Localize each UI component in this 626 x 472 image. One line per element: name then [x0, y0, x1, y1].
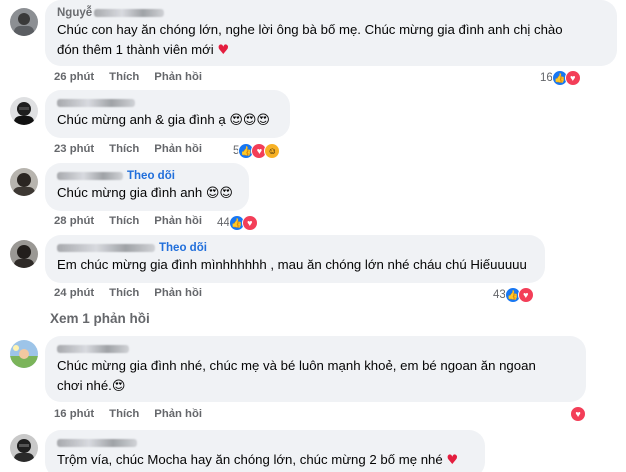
follow-button[interactable]: Theo dõi — [127, 170, 175, 182]
like-button[interactable]: Thích — [109, 215, 139, 227]
heart-eyes-emoji: 😍😍 — [205, 186, 233, 201]
comment-bubble: Chúc mừng anh & gia đình ạ 😍😍😍 — [45, 90, 290, 138]
reply-button[interactable]: Phản hồi — [154, 287, 202, 299]
comment-time[interactable]: 28 phút — [54, 215, 94, 227]
reaction-summary[interactable]: 43 👍 ♥ — [493, 287, 534, 303]
reaction-summary[interactable]: 5 👍 ♥ ☺ — [233, 143, 281, 159]
reply-button[interactable]: Phản hồi — [154, 408, 202, 420]
comment-text: Chúc mừng gia đình anh 😍😍 — [57, 185, 233, 201]
like-button[interactable]: Thích — [109, 143, 139, 155]
heart-icon: ♥ — [570, 406, 586, 422]
author-name[interactable] — [57, 436, 473, 450]
smiling-hearts-emoji: 😍 — [111, 379, 126, 394]
author-name[interactable] — [57, 96, 278, 110]
comment-bubble: Trộm vía, chúc Mocha hay ăn chóng lớn, c… — [45, 430, 485, 472]
comment-time[interactable]: 16 phút — [54, 408, 94, 420]
reply-button[interactable]: Phản hồi — [154, 143, 202, 155]
reaction-count: 43 — [493, 289, 506, 301]
redacted-name — [57, 171, 123, 180]
avatar[interactable] — [10, 168, 38, 196]
author-name[interactable]: Theo dõi — [57, 169, 237, 183]
comment-time[interactable]: 23 phút — [54, 143, 94, 155]
comment-actions: 28 phút Thích Phản hồi — [54, 215, 217, 227]
heart-icon: ♥ — [517, 287, 534, 303]
care-icon: ☺ — [264, 143, 281, 159]
comment-text: Em chúc mừng gia đình mìnhhhhhh , mau ăn… — [57, 257, 527, 272]
redacted-name — [57, 344, 129, 353]
comment-bubble: Nguyễ Chúc con hay ăn chóng lớn, nghe lờ… — [45, 0, 617, 66]
smiling-hearts-emoji: 😍😍😍 — [229, 113, 270, 128]
reaction-summary[interactable]: 16 👍 ♥ — [540, 70, 581, 86]
comment-actions: 23 phút Thích Phản hồi — [54, 143, 217, 155]
comment-text: Chúc con hay ăn chóng lớn, nghe lời ông … — [57, 22, 563, 58]
avatar[interactable] — [10, 240, 38, 268]
redacted-name — [57, 98, 135, 107]
avatar[interactable] — [10, 340, 38, 368]
reply-button[interactable]: Phản hồi — [154, 71, 202, 83]
avatar[interactable] — [10, 97, 38, 125]
heart-icon: ♥ — [564, 70, 581, 86]
comment-bubble: Chúc mừng gia đình nhé, chúc mẹ và bé lu… — [45, 336, 586, 402]
author-name[interactable] — [57, 342, 574, 356]
comment-text: Chúc mừng anh & gia đình ạ 😍😍😍 — [57, 112, 270, 128]
like-button[interactable]: Thích — [109, 287, 139, 299]
reaction-summary[interactable]: ♥ — [570, 406, 586, 422]
author-name[interactable]: Theo dõi — [57, 241, 533, 255]
reply-button[interactable]: Phản hồi — [154, 215, 202, 227]
comment-actions: 16 phút Thích Phản hồi — [54, 408, 217, 420]
reaction-count: 16 — [540, 72, 553, 84]
reaction-summary[interactable]: 44 👍 ♥ — [217, 215, 258, 231]
comment-bubble: Theo dõi Chúc mừng gia đình anh 😍😍 — [45, 163, 249, 211]
comment-text: Trộm vía, chúc Mocha hay ăn chóng lớn, c… — [57, 452, 459, 468]
like-button[interactable]: Thích — [109, 71, 139, 83]
comment-bubble: Theo dõi Em chúc mừng gia đình mìnhhhhhh… — [45, 235, 545, 283]
comment-time[interactable]: 24 phút — [54, 287, 94, 299]
redacted-name — [94, 8, 165, 17]
comment-actions: 26 phút Thích Phản hồi — [54, 71, 217, 83]
heart-emoji: ♥ — [217, 43, 230, 58]
reaction-count: 44 — [217, 217, 230, 229]
avatar[interactable] — [10, 8, 38, 36]
redacted-name — [57, 438, 137, 447]
comment-text: Chúc mừng gia đình nhé, chúc mẹ và bé lu… — [57, 358, 536, 394]
follow-button[interactable]: Theo dõi — [159, 242, 207, 254]
redacted-name — [57, 243, 155, 252]
like-button[interactable]: Thích — [109, 408, 139, 420]
view-replies-link[interactable]: Xem 1 phản hồi — [50, 311, 150, 326]
comment-time[interactable]: 26 phút — [54, 71, 94, 83]
author-name[interactable]: Nguyễ — [57, 6, 605, 20]
heart-icon: ♥ — [241, 215, 258, 231]
avatar[interactable] — [10, 434, 38, 462]
heart-emoji: ♥ — [446, 453, 459, 468]
comment-actions: 24 phút Thích Phản hồi — [54, 287, 217, 299]
